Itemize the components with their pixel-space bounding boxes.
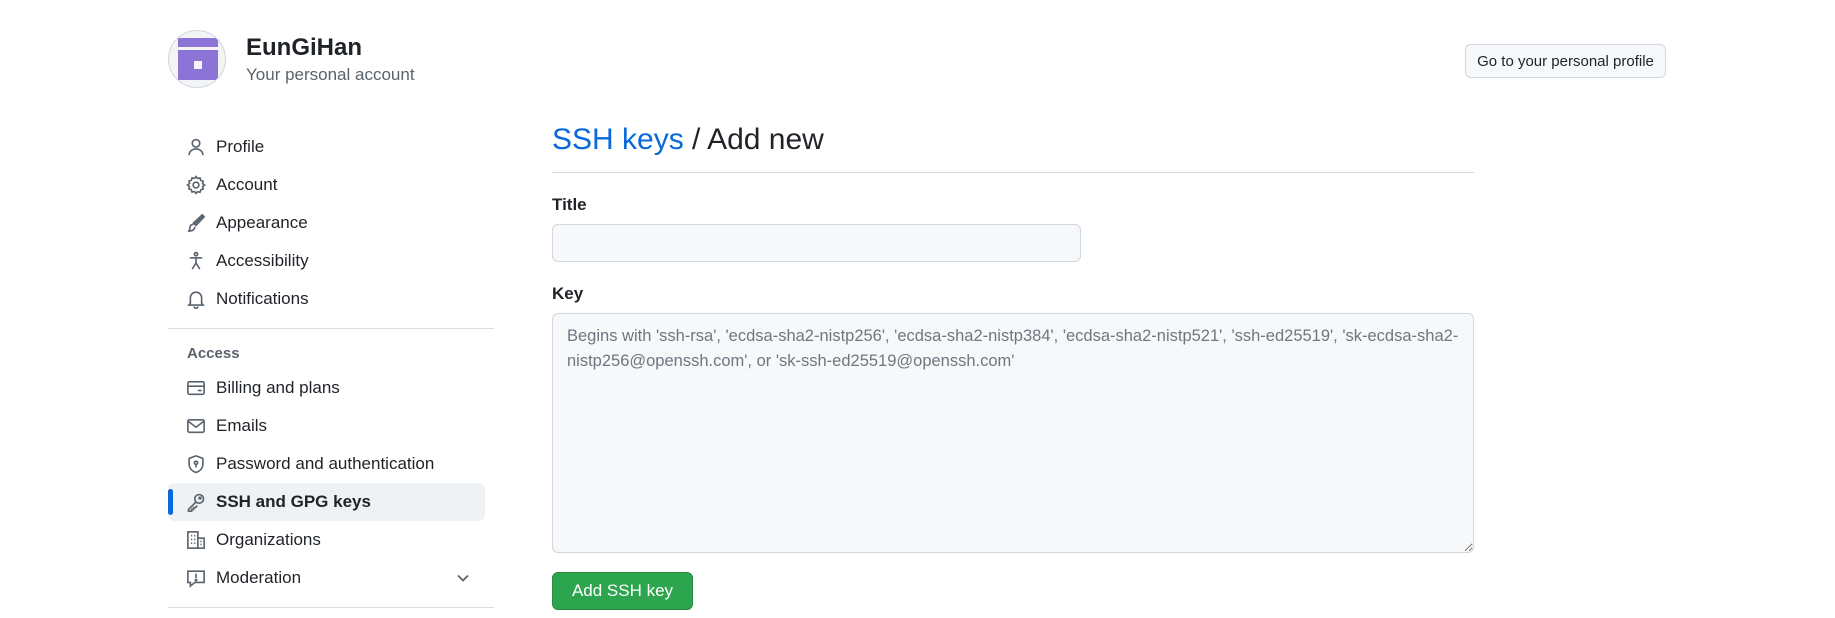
gear-icon [186, 175, 206, 195]
title-input[interactable] [552, 224, 1081, 262]
sidebar-item-label: Notifications [216, 289, 309, 308]
paintbrush-icon [186, 213, 206, 233]
organization-icon [186, 530, 206, 550]
sidebar-item-label: Emails [216, 416, 268, 435]
chevron-down-icon[interactable] [453, 568, 473, 588]
key-label: Key [552, 284, 584, 303]
sidebar-item-label: Organizations [216, 530, 321, 549]
sidebar-item-account[interactable]: Account [168, 166, 485, 204]
title-label: Title [552, 195, 587, 214]
sidebar-item-label: Appearance [216, 213, 308, 232]
settings-sidebar: Profile Account Appearance Accessibility… [168, 128, 494, 618]
sidebar-item-label: Profile [216, 137, 265, 156]
breadcrumb-ssh-keys-link[interactable]: SSH keys [552, 123, 684, 156]
shield-lock-icon [186, 454, 206, 474]
access-heading: Access [187, 345, 240, 362]
sidebar-item-billing[interactable]: Billing and plans [168, 369, 485, 407]
account-subtitle: Your personal account [246, 64, 415, 84]
sidebar-item-label: Password and authentication [216, 454, 435, 473]
sidebar-item-moderation[interactable]: Moderation [168, 559, 485, 597]
report-icon [186, 568, 206, 588]
avatar[interactable] [168, 30, 226, 88]
user-name[interactable]: EunGiHan [246, 33, 415, 63]
sidebar-item-password[interactable]: Password and authentication [168, 445, 485, 483]
go-to-profile-button[interactable]: Go to your personal profile [1465, 44, 1666, 78]
sidebar-item-notifications[interactable]: Notifications [168, 280, 485, 318]
sidebar-item-label: Billing and plans [216, 378, 340, 397]
mail-icon [186, 416, 206, 436]
bell-icon [186, 289, 206, 309]
sidebar-item-label: Account [216, 175, 278, 194]
key-icon [186, 492, 206, 512]
sidebar-item-organizations[interactable]: Organizations [168, 521, 485, 559]
page-title: SSH keys / Add new [552, 118, 1474, 173]
account-header: EunGiHan Your personal account [168, 30, 415, 88]
person-icon [186, 137, 206, 157]
breadcrumb-current: Add new [707, 123, 824, 156]
sidebar-item-accessibility[interactable]: Accessibility [168, 242, 485, 280]
sidebar-item-ssh-gpg-keys[interactable]: SSH and GPG keys [168, 483, 485, 521]
sidebar-item-label: Accessibility [216, 251, 309, 270]
accessibility-icon [186, 251, 206, 271]
credit-card-icon [186, 378, 206, 398]
sidebar-item-emails[interactable]: Emails [168, 407, 485, 445]
sidebar-divider [168, 328, 494, 329]
sidebar-item-label: SSH and GPG keys [216, 492, 371, 511]
breadcrumb-separator: / [683, 123, 708, 156]
add-ssh-key-button[interactable]: Add SSH key [552, 572, 693, 610]
sidebar-item-appearance[interactable]: Appearance [168, 204, 485, 242]
sidebar-divider [168, 607, 494, 608]
account-context: EunGiHan Your personal account [246, 33, 415, 86]
sidebar-item-profile[interactable]: Profile [168, 128, 485, 166]
sidebar-item-label: Moderation [216, 568, 302, 587]
main-content: SSH keys / Add new Title Key Add SSH key [552, 118, 1474, 610]
key-textarea[interactable] [552, 313, 1474, 553]
